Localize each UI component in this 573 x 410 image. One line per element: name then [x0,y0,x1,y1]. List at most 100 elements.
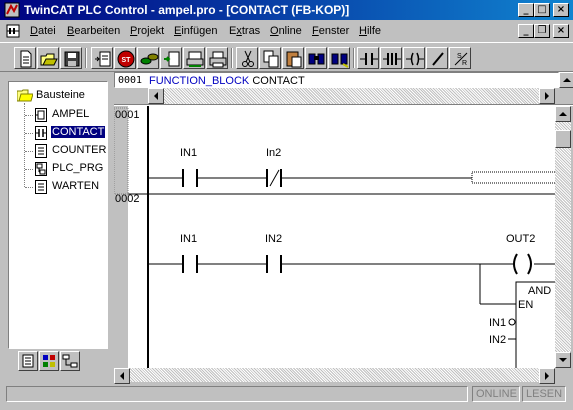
declaration-scroll-left-button[interactable] [148,88,164,104]
copy-button[interactable] [259,47,281,69]
tab-resources[interactable] [60,351,80,371]
download-icon [186,51,204,67]
tree-item-plc-prg[interactable]: PLC_PRG [35,161,107,177]
negate-icon [432,52,444,66]
mdi-restore-button[interactable]: ❐ [534,24,550,38]
stop-button[interactable]: ST [114,47,136,69]
tree-item-contact[interactable]: CONTACT [35,125,107,141]
vscroll-thumb[interactable] [555,130,571,148]
tree-connector [25,169,33,170]
hscroll-track[interactable] [130,368,539,382]
contact-button[interactable] [357,47,379,69]
toolbar-separator [85,48,87,68]
paste-button[interactable] [282,47,304,69]
arrow-left-icon [154,92,158,100]
svg-text:S: S [457,53,462,60]
scroll-down-button[interactable] [555,352,571,368]
declaration-scroll-up-button[interactable] [559,72,573,88]
network-1-output-placeholder[interactable] [471,171,555,184]
download-button[interactable] [183,47,205,69]
cut-icon [242,50,254,67]
and-block-input-in2[interactable]: IN2 [489,334,506,346]
print-button[interactable] [206,47,228,69]
tree-item-ampel[interactable]: AMPEL [35,107,107,123]
tree-item-counter[interactable]: COUNTER [35,143,107,159]
toolbar: ST SR [0,42,573,72]
menu-hilfe[interactable]: Hilfe [359,25,381,37]
network-2-number: 0002 [115,193,139,205]
declaration-code[interactable]: FUNCTION_BLOCK CONTACT [149,75,305,87]
cut-button[interactable] [236,47,258,69]
set-reset-button[interactable]: SR [449,47,471,69]
contact-in1-label[interactable]: IN1 [180,233,197,245]
coil-button[interactable] [403,47,425,69]
arrow-down-icon [559,358,567,362]
contact-in2-label[interactable]: In2 [266,147,281,159]
arrow-left-icon [120,372,124,380]
contact-in2-label[interactable]: IN2 [265,233,282,245]
coil-icon [406,52,424,66]
scroll-up-button[interactable] [555,106,571,122]
declaration-hscroll-track[interactable] [164,88,539,104]
menu-online[interactable]: Online [270,25,302,37]
close-button[interactable]: × [553,3,569,17]
tab-pous[interactable] [18,351,38,371]
menu-einfuegen[interactable]: Einfügen [174,25,217,37]
parallel-contact-button[interactable] [380,47,402,69]
logout-button[interactable] [160,47,182,69]
ladder-editor[interactable]: 0001 0002 IN1 In2 IN1 IN2 OUT2 AND EN IN… [114,106,555,368]
declaration-scroll-right-button[interactable] [539,88,555,104]
tab-datatypes[interactable] [39,351,59,371]
mdi-document-icon[interactable] [6,24,20,38]
open-icon [40,53,58,66]
scroll-left-button[interactable] [114,368,130,384]
status-message [6,386,468,402]
menu-projekt[interactable]: Projekt [130,25,164,37]
arrow-right-icon [545,372,549,380]
menu-fenster[interactable]: Fenster [312,25,349,37]
tree-connector [25,151,33,152]
contact-icon [360,53,378,65]
maximize-button[interactable]: □ [534,3,550,17]
contact-in1-label[interactable]: IN1 [180,147,197,159]
mdi-close-button[interactable]: × [553,24,569,38]
title-bar[interactable]: TwinCAT PLC Control - ampel.pro - [CONTA… [0,0,573,20]
and-block-type: AND [528,285,551,297]
find-next-button[interactable] [328,47,350,69]
mdi-minimize-button[interactable]: _ [518,24,534,38]
twincat-app-icon [4,2,20,18]
find-icon [308,53,325,65]
function-block-icon [35,108,47,122]
menu-bearbeiten[interactable]: Bearbeiten [67,25,120,37]
coil-out2-left[interactable] [513,253,518,275]
vscroll-track[interactable] [555,122,571,352]
login-button[interactable] [137,47,159,69]
build-button[interactable] [91,47,113,69]
open-button[interactable] [37,47,59,69]
declaration-pane[interactable]: 0001 FUNCTION_BLOCK CONTACT [114,72,559,88]
status-bar: ONLINE LESEN [0,384,573,410]
coil-out2-label[interactable]: OUT2 [506,233,535,245]
parallel-contact-icon [383,53,401,65]
menu-datei[interactable]: Datei [30,25,56,37]
menu-extras[interactable]: Extras [229,25,260,37]
stop-icon: ST [117,50,135,68]
scroll-right-button[interactable] [539,368,555,384]
network-gutter [114,106,128,368]
tree-connector [25,133,33,134]
logout-icon [164,51,180,67]
and-block-input-in1[interactable]: IN1 [489,317,506,329]
save-button[interactable] [60,47,82,69]
minimize-button[interactable]: _ [518,3,534,17]
find-button[interactable] [305,47,327,69]
coil-out2-right[interactable] [527,253,532,275]
text-block-icon [35,180,47,194]
tree-item-warten[interactable]: WARTEN [35,179,107,195]
new-button[interactable] [14,47,36,69]
set-reset-icon: SR [454,52,468,67]
menu-bar: Datei Bearbeiten Projekt Einfügen Extras… [0,21,573,41]
object-organizer[interactable]: Bausteine AMPEL CONTACT COUNTER PLC_PRG … [8,81,108,349]
and-block-in1-negation [508,318,516,326]
paste-icon [286,51,302,68]
negate-button[interactable] [426,47,448,69]
